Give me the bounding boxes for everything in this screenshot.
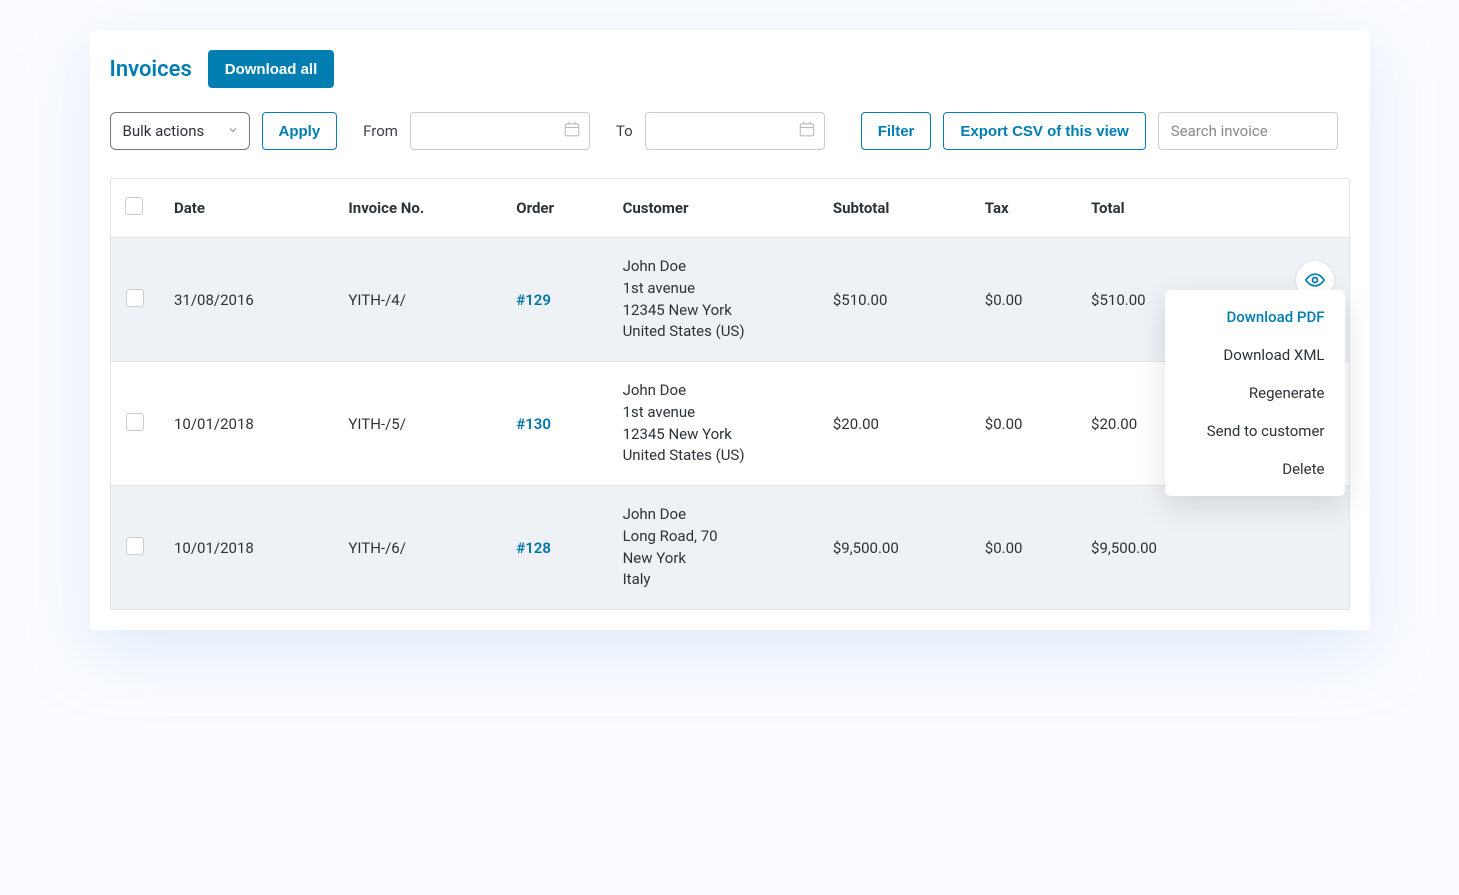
header-row: Invoices Download all — [110, 50, 1350, 88]
search-placeholder: Search invoice — [1171, 122, 1268, 140]
col-invoice-no[interactable]: Invoice No. — [334, 179, 502, 238]
cell-invoice-no: YITH-/6/ — [334, 486, 502, 610]
from-label: From — [363, 122, 398, 140]
cell-date: 10/01/2018 — [160, 362, 334, 486]
to-label: To — [616, 122, 633, 140]
cell-customer: John Doe1st avenue12345 New YorkUnited S… — [609, 238, 819, 362]
cell-order: #129 — [502, 238, 608, 362]
row-checkbox[interactable] — [126, 289, 144, 307]
col-order[interactable]: Order — [502, 179, 608, 238]
cell-subtotal: $20.00 — [819, 362, 971, 486]
table-row: 10/01/2018YITH-/5/ #130 John Doe1st avenue… — [110, 362, 1349, 486]
order-link[interactable]: #129 — [516, 291, 551, 309]
row-actions-menu: Download PDFDownload XMLRegenerateSend t… — [1165, 290, 1345, 496]
menu-regenerate[interactable]: Regenerate — [1165, 374, 1345, 412]
cell-customer: John DoeLong Road, 70New YorkItaly — [609, 486, 819, 610]
menu-download-pdf[interactable]: Download PDF — [1165, 298, 1345, 336]
calendar-icon — [563, 120, 581, 142]
page-title: Invoices — [110, 57, 192, 82]
cell-tax: $0.00 — [971, 362, 1077, 486]
toolbar: Bulk actions Apply From To Filter Export… — [110, 112, 1350, 150]
download-all-button[interactable]: Download all — [208, 50, 335, 88]
cell-tax: $0.00 — [971, 238, 1077, 362]
cell-date: 31/08/2016 — [160, 238, 334, 362]
menu-send-to-customer[interactable]: Send to customer — [1165, 412, 1345, 450]
cell-date: 10/01/2018 — [160, 486, 334, 610]
cell-subtotal: $510.00 — [819, 238, 971, 362]
to-date-input[interactable] — [645, 112, 825, 150]
cell-subtotal: $9,500.00 — [819, 486, 971, 610]
table-row: 31/08/2016YITH-/4/ #129 John Doe1st avenue… — [110, 238, 1349, 362]
eye-icon — [1305, 270, 1325, 290]
select-all-checkbox[interactable] — [125, 197, 143, 215]
filter-button[interactable]: Filter — [861, 112, 932, 150]
bulk-actions-label: Bulk actions — [123, 122, 205, 140]
cell-customer: John Doe1st avenue12345 New YorkUnited S… — [609, 362, 819, 486]
menu-delete[interactable]: Delete — [1165, 450, 1345, 488]
from-date-input[interactable] — [410, 112, 590, 150]
col-date[interactable]: Date — [160, 179, 334, 238]
row-checkbox[interactable] — [126, 537, 144, 555]
cell-actions: Download PDFDownload XMLRegenerateSend t… — [1229, 238, 1349, 362]
invoices-table: Date Invoice No. Order Customer Subtotal… — [110, 178, 1350, 610]
cell-actions — [1229, 486, 1349, 610]
col-customer[interactable]: Customer — [609, 179, 819, 238]
menu-download-xml[interactable]: Download XML — [1165, 336, 1345, 374]
export-csv-button[interactable]: Export CSV of this view — [943, 112, 1145, 150]
calendar-icon — [798, 120, 816, 142]
cell-invoice-no: YITH-/5/ — [334, 362, 502, 486]
cell-tax: $0.00 — [971, 486, 1077, 610]
invoices-panel: Invoices Download all Bulk actions Apply… — [90, 30, 1370, 630]
order-link[interactable]: #128 — [516, 539, 551, 557]
search-input[interactable]: Search invoice — [1158, 112, 1338, 150]
cell-total: $9,500.00 — [1077, 486, 1229, 610]
chevron-down-icon — [227, 122, 239, 140]
cell-order: #128 — [502, 486, 608, 610]
col-tax[interactable]: Tax — [971, 179, 1077, 238]
order-link[interactable]: #130 — [516, 415, 551, 433]
cell-order: #130 — [502, 362, 608, 486]
bulk-actions-select[interactable]: Bulk actions — [110, 112, 250, 150]
col-subtotal[interactable]: Subtotal — [819, 179, 971, 238]
apply-button[interactable]: Apply — [262, 112, 338, 150]
cell-invoice-no: YITH-/4/ — [334, 238, 502, 362]
col-total[interactable]: Total — [1077, 179, 1229, 238]
table-row: 10/01/2018YITH-/6/ #128 John DoeLong Road,… — [110, 486, 1349, 610]
row-checkbox[interactable] — [126, 413, 144, 431]
